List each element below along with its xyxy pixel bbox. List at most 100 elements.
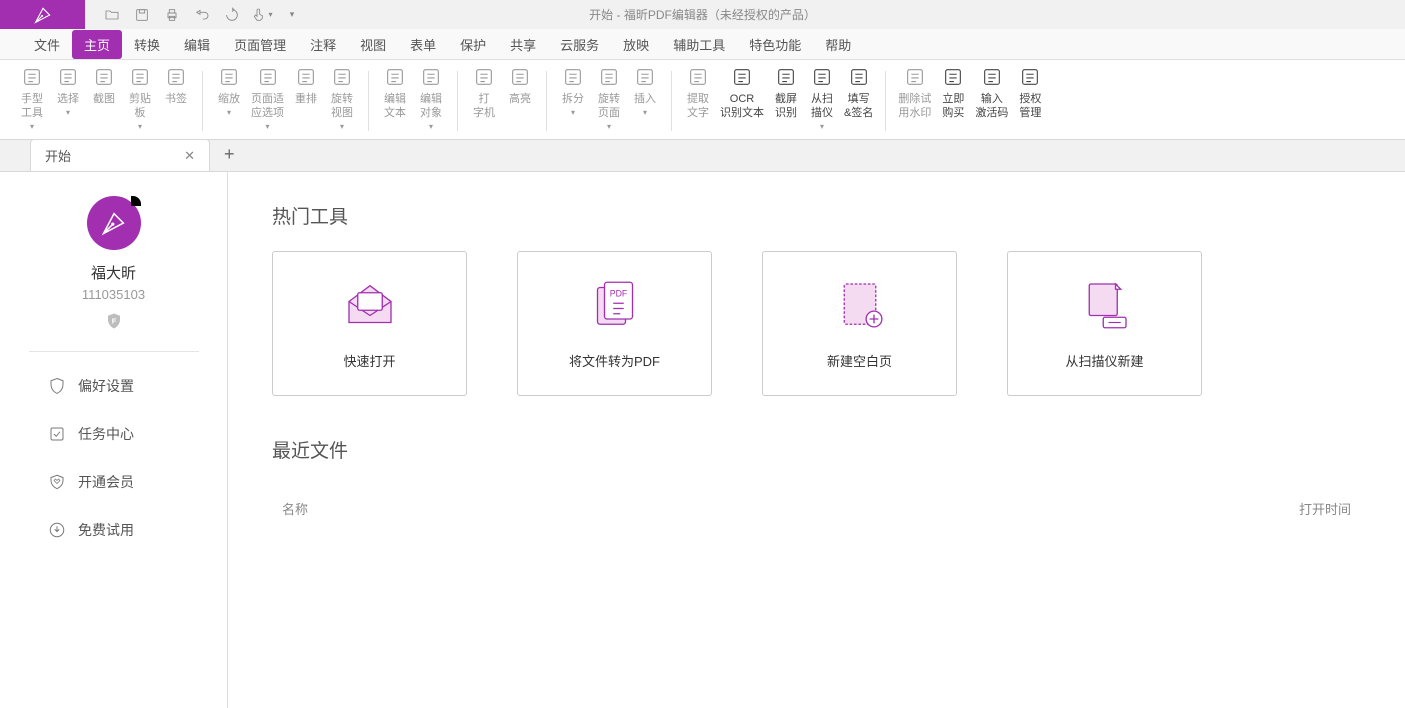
shield-icon (48, 377, 66, 395)
tool-card-from-scanner[interactable]: 从扫描仪新建 (1007, 251, 1202, 396)
menu-annotate[interactable]: 注释 (298, 30, 348, 59)
chevron-down-icon: ▾ (265, 120, 269, 134)
ribbon-icon (810, 65, 834, 89)
ribbon-button[interactable]: 提取 文字 (680, 63, 716, 122)
menu-form[interactable]: 表单 (398, 30, 448, 59)
ribbon-group: 拆分▾旋转 页面▾插入▾ (549, 63, 669, 138)
ribbon-button[interactable]: 选择▾ (50, 63, 86, 122)
ribbon-button[interactable]: 手型 工具▾ (14, 63, 50, 136)
user-avatar[interactable] (87, 196, 141, 250)
ribbon-label: 选择 (57, 92, 79, 106)
ribbon-icon (330, 65, 354, 89)
undo-button[interactable] (187, 0, 217, 29)
ribbon-group: 打 字机高亮 (460, 63, 544, 138)
ribbon-icon (294, 65, 318, 89)
menu-present[interactable]: 放映 (611, 30, 661, 59)
ribbon-separator (202, 71, 203, 131)
menu-help[interactable]: 帮助 (813, 30, 863, 59)
sidebar-item-tasks[interactable]: 任务中心 (0, 410, 227, 458)
ribbon-group: 手型 工具▾选择▾截图剪贴 板▾ 书签 (8, 63, 200, 138)
menu-home[interactable]: 主页 (72, 30, 122, 59)
ribbon-button[interactable]: 剪贴 板▾ (122, 63, 158, 136)
ribbon-button[interactable]: 高亮 (502, 63, 538, 108)
recent-col-open-time: 打开时间 (1299, 499, 1351, 518)
menu-accessibility[interactable]: 辅助工具 (661, 30, 737, 59)
touch-mode-button[interactable]: ▾ (247, 0, 277, 29)
ribbon-button[interactable]: OCR 识别文本 (716, 63, 768, 122)
ribbon-separator (457, 71, 458, 131)
ribbon-button[interactable]: 插入▾ (627, 63, 663, 122)
ribbon-separator (546, 71, 547, 131)
sidebar: 福大昕 111035103 F 偏好设置 任务中心 开通会员 免费试用 (0, 172, 228, 708)
ribbon-button[interactable]: 页面适 应选项▾ (247, 63, 288, 136)
ribbon-label: 编辑 文本 (384, 92, 406, 120)
sidebar-item-trial[interactable]: 免费试用 (0, 506, 227, 554)
qat-customize-button[interactable]: ▾ (277, 0, 307, 29)
ribbon-label: 授权 管理 (1019, 92, 1041, 120)
ribbon-label: 书签 (165, 92, 187, 106)
ribbon-button[interactable]: 授权 管理 (1012, 63, 1048, 122)
redo-button[interactable] (217, 0, 247, 29)
ribbon-button[interactable]: 立即 购买 (935, 63, 971, 122)
ribbon-button[interactable]: 重排 (288, 63, 324, 108)
print-button[interactable] (157, 0, 187, 29)
menu-cloud[interactable]: 云服务 (548, 30, 611, 59)
ribbon-label: 手型 工具 (21, 92, 43, 120)
sidebar-item-preferences[interactable]: 偏好设置 (0, 362, 227, 410)
tool-card-quick-open[interactable]: 快速打开 (272, 251, 467, 396)
open-file-button[interactable] (97, 0, 127, 29)
sidebar-item-membership[interactable]: 开通会员 (0, 458, 227, 506)
menu-page-manage[interactable]: 页面管理 (222, 30, 298, 59)
tool-card-convert-pdf[interactable]: PDF 将文件转为PDF (517, 251, 712, 396)
tool-card-new-blank[interactable]: 新建空白页 (762, 251, 957, 396)
ribbon-group: 缩放▾页面适 应选项▾重排旋转 视图▾ (205, 63, 366, 138)
ribbon-label: 插入 (634, 92, 656, 106)
ribbon-icon (256, 65, 280, 89)
menu-edit[interactable]: 编辑 (172, 30, 222, 59)
ribbon-button[interactable]: 拆分▾ (555, 63, 591, 122)
close-tab-icon[interactable]: ✕ (184, 148, 195, 164)
chevron-down-icon: ▾ (571, 106, 575, 120)
ribbon-button[interactable]: 缩放▾ (211, 63, 247, 122)
ribbon-group: 删除试 用水印立即 购买输入 激活码授权 管理 (888, 63, 1054, 138)
ribbon-separator (368, 71, 369, 131)
ribbon-button[interactable]: 旋转 页面▾ (591, 63, 627, 136)
user-name: 福大昕 (91, 262, 136, 283)
ribbon-button[interactable]: 从扫 描仪▾ (804, 63, 840, 136)
new-tab-button[interactable]: + (210, 138, 249, 171)
ribbon-icon (20, 65, 44, 89)
menu-features[interactable]: 特色功能 (737, 30, 813, 59)
ribbon-label: 缩放 (218, 92, 240, 106)
menu-convert[interactable]: 转换 (122, 30, 172, 59)
ribbon-button[interactable]: 截屏 识别 (768, 63, 804, 122)
ribbon-icon (730, 65, 754, 89)
shield-badge-icon: F (105, 312, 123, 333)
ribbon-label: OCR 识别文本 (720, 92, 764, 120)
document-tab-start[interactable]: 开始 ✕ (30, 139, 210, 171)
menu-file[interactable]: 文件 (22, 30, 72, 59)
ribbon-button[interactable]: 编辑 文本 (377, 63, 413, 122)
ribbon-button[interactable]: 删除试 用水印 (894, 63, 935, 122)
ribbon-button[interactable]: 填写 &签名 (840, 63, 877, 122)
save-button[interactable] (127, 0, 157, 29)
svg-text:F: F (111, 316, 116, 325)
menu-view[interactable]: 视图 (348, 30, 398, 59)
ribbon-label: 拆分 (562, 92, 584, 106)
tool-cards: 快速打开 PDF 将文件转为PDF 新建空白页 从扫描仪新建 (272, 251, 1361, 396)
ribbon: 手型 工具▾选择▾截图剪贴 板▾书签缩放▾页面适 应选项▾重排旋转 视图▾编辑 … (0, 60, 1405, 140)
ribbon-button[interactable]: 打 字机 (466, 63, 502, 122)
menu-protect[interactable]: 保护 (448, 30, 498, 59)
ribbon-icon (597, 65, 621, 89)
ribbon-button[interactable]: 输入 激活码 (971, 63, 1012, 122)
ribbon-button[interactable]: 旋转 视图▾ (324, 63, 360, 136)
app-logo[interactable] (0, 0, 85, 29)
pen-nib-icon (33, 5, 53, 25)
file-pdf-icon: PDF (587, 277, 643, 333)
ribbon-icon (164, 65, 188, 89)
ribbon-separator (885, 71, 886, 131)
ribbon-button[interactable]: 书签 (158, 63, 194, 108)
ribbon-icon (686, 65, 710, 89)
menu-share[interactable]: 共享 (498, 30, 548, 59)
ribbon-button[interactable]: 编辑 对象▾ (413, 63, 449, 136)
ribbon-button[interactable]: 截图 (86, 63, 122, 108)
